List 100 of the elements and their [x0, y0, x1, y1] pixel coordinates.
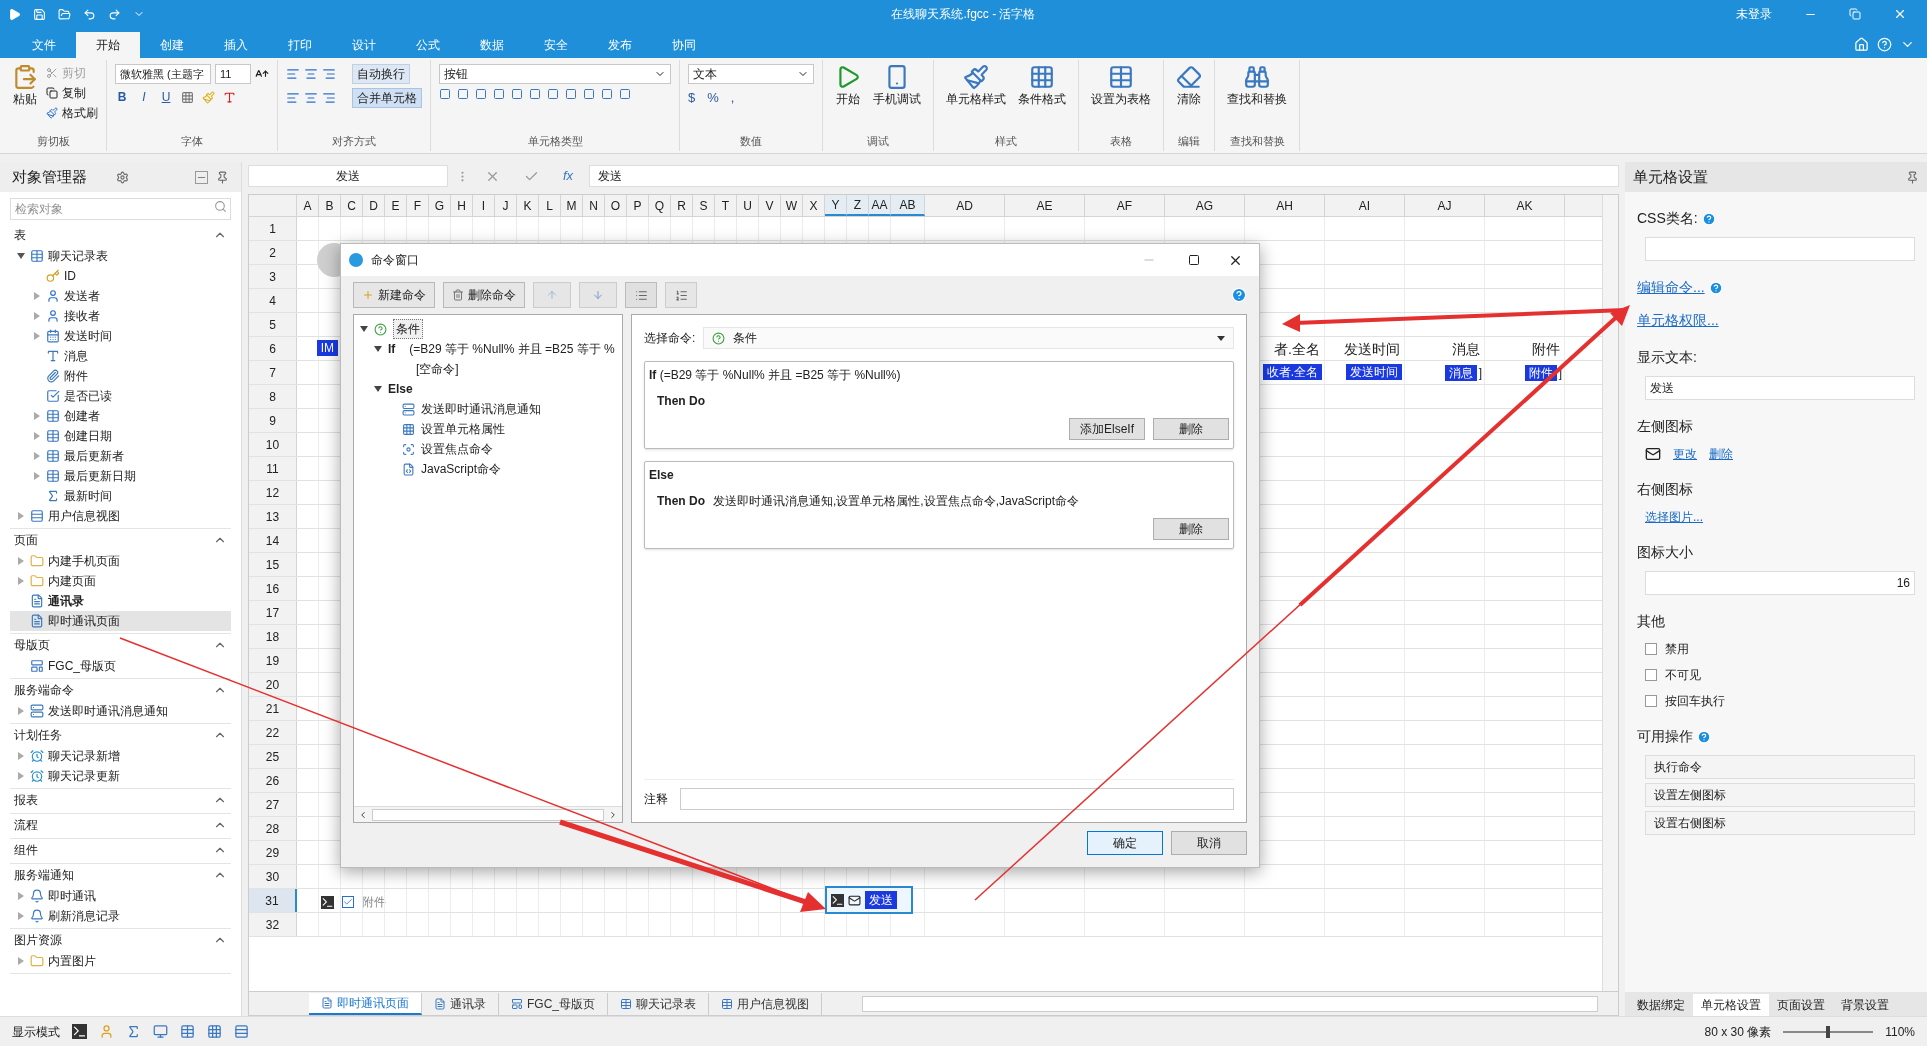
tree-item[interactable]: 附件: [10, 366, 231, 386]
row-header[interactable]: 8: [249, 385, 297, 408]
row-header[interactable]: 26: [249, 769, 297, 792]
column-header[interactable]: AH: [1245, 195, 1325, 216]
column-header[interactable]: AI: [1325, 195, 1405, 216]
checkbox[interactable]: [1645, 695, 1657, 707]
command-select[interactable]: 条件: [703, 327, 1234, 349]
column-header[interactable]: O: [605, 195, 627, 216]
settings-tab[interactable]: 背景设置: [1833, 994, 1897, 1016]
column-header[interactable]: AG: [1165, 195, 1245, 216]
help-icon[interactable]: [1877, 37, 1892, 52]
tree-item[interactable]: 发送即时通讯消息通知: [10, 701, 231, 721]
terminal-icon[interactable]: [72, 1024, 87, 1039]
settings-tab[interactable]: 页面设置: [1769, 994, 1833, 1016]
row-header[interactable]: 16: [249, 577, 297, 600]
row-header[interactable]: 25: [249, 745, 297, 768]
monitor-icon[interactable]: [153, 1024, 168, 1039]
scroll-left-icon[interactable]: [358, 809, 368, 820]
ribbon-button[interactable]: 设置为表格: [1087, 64, 1155, 108]
vertical-scrollbar[interactable]: [1602, 195, 1618, 991]
cell-type-icon[interactable]: [529, 88, 541, 100]
tree-item[interactable]: 聊天记录更新: [10, 766, 231, 786]
command-tree-item[interactable]: 设置焦点命令: [421, 440, 493, 458]
sheet-tab[interactable]: 通讯录: [422, 992, 499, 1015]
collapse-triangle-icon[interactable]: [360, 326, 368, 332]
border-icon[interactable]: [181, 90, 194, 104]
expand-triangle-icon[interactable]: [18, 772, 24, 780]
redo-icon[interactable]: [108, 7, 121, 21]
cell-permission-link[interactable]: 单元格权限...: [1637, 310, 1915, 331]
horizontal-scrollbar[interactable]: [354, 806, 622, 822]
command-tree-item[interactable]: 条件: [393, 319, 423, 339]
row-header[interactable]: 20: [249, 673, 297, 696]
ribbon-tab[interactable]: 发布: [588, 32, 652, 58]
toolbar-button[interactable]: 删除命令: [443, 282, 525, 308]
row-header[interactable]: 21: [249, 697, 297, 720]
section-header[interactable]: 流程: [14, 816, 38, 834]
checkbox[interactable]: [1645, 669, 1657, 681]
branch-button[interactable]: 删除: [1153, 418, 1229, 440]
tree-item[interactable]: 创建日期: [10, 426, 231, 446]
ribbon-tab[interactable]: 公式: [396, 32, 460, 58]
row-header[interactable]: 22: [249, 721, 297, 744]
fill-color-icon[interactable]: [202, 90, 215, 104]
grid-icon[interactable]: [207, 1024, 222, 1039]
align-top-icon[interactable]: [286, 67, 300, 81]
action-item[interactable]: 执行命令: [1645, 755, 1915, 779]
cell-type-icon[interactable]: [619, 88, 631, 100]
section-header[interactable]: 页面: [14, 531, 38, 549]
command-tree-item[interactable]: JavaScript命令: [421, 460, 502, 478]
column-header[interactable]: U: [737, 195, 759, 216]
scroll-right-icon[interactable]: [608, 809, 618, 820]
tree-item[interactable]: FGC_母版页: [10, 656, 231, 676]
font-size-select[interactable]: 11: [215, 64, 251, 84]
help-icon[interactable]: [1701, 211, 1716, 226]
row-header[interactable]: 18: [249, 625, 297, 648]
row-header[interactable]: 7: [249, 361, 297, 384]
action-item[interactable]: 设置左侧图标: [1645, 783, 1915, 807]
help-icon[interactable]: [1697, 729, 1711, 744]
paste-button[interactable]: 粘贴: [8, 64, 42, 108]
edit-command-link[interactable]: 编辑命令...: [1637, 277, 1705, 298]
align-middle-icon[interactable]: [304, 67, 318, 81]
cell-type-icon[interactable]: [565, 88, 577, 100]
settings-tab[interactable]: 数据绑定: [1629, 994, 1693, 1016]
tree-item[interactable]: 聊天记录新增: [10, 746, 231, 766]
number-format-button[interactable]: ,: [730, 88, 735, 108]
command-tree-item[interactable]: If: [388, 340, 396, 358]
horizontal-scrollbar[interactable]: [862, 995, 1598, 1012]
column-header[interactable]: P: [627, 195, 649, 216]
column-header[interactable]: AB: [891, 195, 925, 216]
tree-item[interactable]: 聊天记录表: [10, 246, 231, 266]
action-item[interactable]: 设置右侧图标: [1645, 811, 1915, 835]
search-field[interactable]: 检索对象: [10, 198, 231, 220]
tree-item[interactable]: 用户信息视图: [10, 506, 231, 526]
undo-icon[interactable]: [83, 7, 96, 21]
row-header[interactable]: 29: [249, 841, 297, 864]
command-tree-item[interactable]: 发送即时通讯消息通知: [421, 400, 541, 418]
row-header[interactable]: 32: [249, 913, 297, 936]
ribbon-tab[interactable]: 文件: [12, 32, 76, 58]
wrap-text-button[interactable]: 自动换行: [352, 64, 410, 84]
clipboard-action[interactable]: 格式刷: [46, 104, 98, 122]
table-icon[interactable]: [180, 1024, 195, 1039]
branch-button[interactable]: 添加ElseIf: [1069, 418, 1145, 440]
home-icon[interactable]: [1854, 37, 1869, 52]
tree-item[interactable]: 最新时间: [10, 486, 231, 506]
play-icon[interactable]: [8, 7, 21, 21]
css-class-field[interactable]: [1645, 237, 1915, 261]
ribbon-button[interactable]: 单元格样式: [942, 64, 1010, 108]
tree-item[interactable]: 刷新消息记录: [10, 906, 231, 926]
row-header[interactable]: 13: [249, 505, 297, 528]
cell-type-icon[interactable]: [457, 88, 469, 100]
expand-triangle-icon[interactable]: [34, 332, 40, 340]
tree-item[interactable]: 发送时间: [10, 326, 231, 346]
column-header[interactable]: C: [341, 195, 363, 216]
restore-icon[interactable]: [1849, 8, 1861, 20]
tree-item[interactable]: ID: [10, 266, 231, 286]
expand-triangle-icon[interactable]: [34, 432, 40, 440]
expand-triangle-icon[interactable]: [18, 912, 24, 920]
tree-item[interactable]: 即时通讯页面: [10, 611, 231, 631]
row-header[interactable]: 6: [249, 337, 297, 360]
expand-triangle-icon[interactable]: [18, 707, 24, 715]
expand-triangle-icon[interactable]: [34, 292, 40, 300]
